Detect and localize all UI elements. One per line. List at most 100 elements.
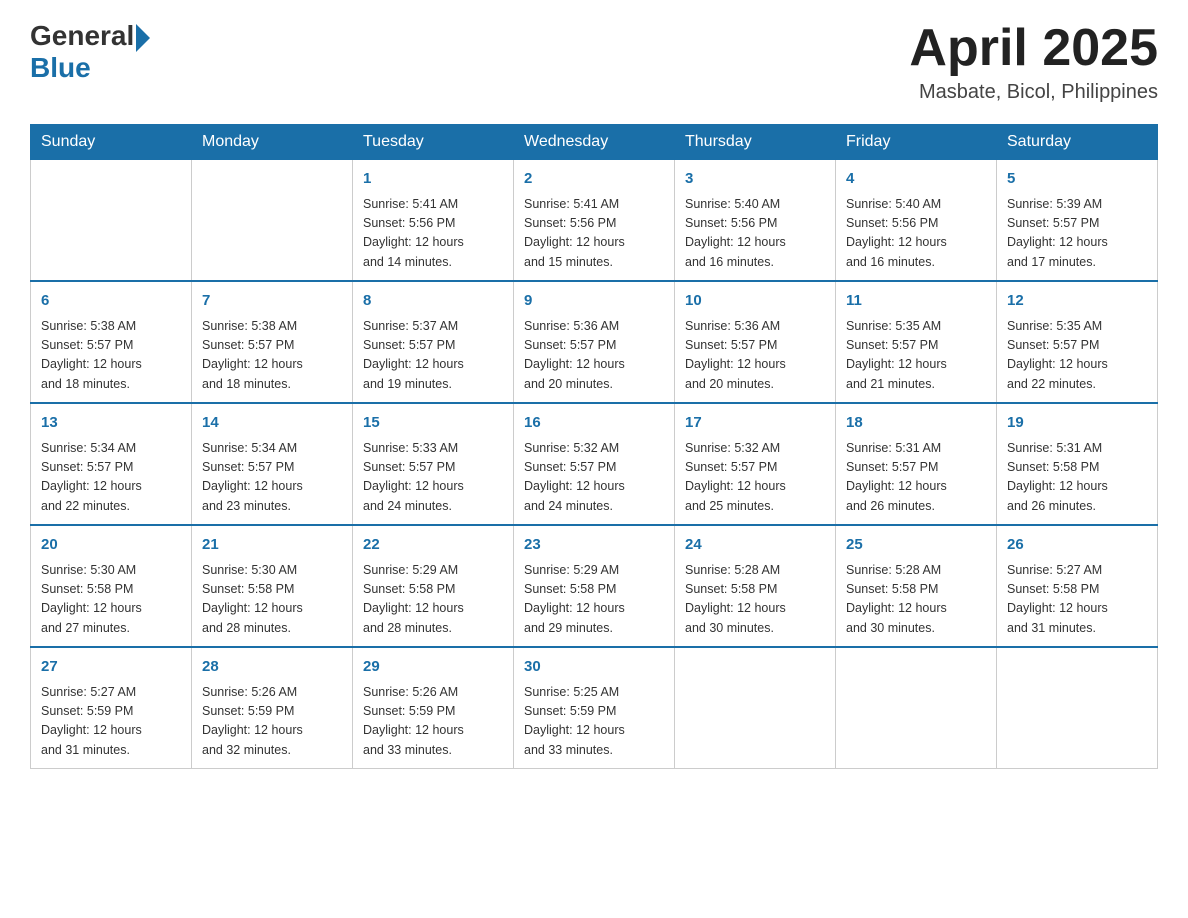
calendar-cell: 4 Sunrise: 5:40 AM Sunset: 5:56 PM Daylig… [836,160,997,282]
calendar-cell: 7 Sunrise: 5:38 AM Sunset: 5:57 PM Daylig… [192,281,353,403]
calendar-cell: 29 Sunrise: 5:26 AM Sunset: 5:59 PM Dayli… [353,647,514,769]
page-header: General Blue April 2025 Masbate, Bicol, … [30,20,1158,104]
day-number: 29 [363,656,503,679]
calendar-cell: 24 Sunrise: 5:28 AM Sunset: 5:58 PM Dayli… [675,525,836,647]
day-info: Sunrise: 5:41 AM Sunset: 5:56 PM Dayligh… [524,195,664,273]
day-number: 28 [202,656,342,679]
day-number: 26 [1007,534,1147,557]
calendar-cell: 15Sunrise: 5:33 AM Sunset: 5:57 PM Dayli… [353,403,514,525]
calendar-cell: 22Sunrise: 5:29 AM Sunset: 5:58 PM Dayli… [353,525,514,647]
day-info: Sunrise: 5:37 AM Sunset: 5:57 PM Dayligh… [363,317,503,395]
calendar-cell: 12 Sunrise: 5:35 AM Sunset: 5:57 PM Dayli… [997,281,1158,403]
logo: General Blue [30,20,152,84]
day-number: 16 [524,412,664,435]
day-info: Sunrise: 5:32 AM Sunset: 5:57 PM Dayligh… [524,439,664,517]
calendar-cell: 18 Sunrise: 5:31 AM Sunset: 5:57 PM Dayli… [836,403,997,525]
calendar-cell: 23 Sunrise: 5:29 AM Sunset: 5:58 PM Dayli… [514,525,675,647]
calendar-cell: 5Sunrise: 5:39 AM Sunset: 5:57 PM Daylig… [997,160,1158,282]
calendar-cell: 13 Sunrise: 5:34 AM Sunset: 5:57 PM Dayli… [31,403,192,525]
day-info: Sunrise: 5:38 AM Sunset: 5:57 PM Dayligh… [202,317,342,395]
day-number: 27 [41,656,181,679]
calendar-header-tuesday: Tuesday [353,125,514,160]
day-number: 22 [363,534,503,557]
day-number: 23 [524,534,664,557]
calendar-cell: 16 Sunrise: 5:32 AM Sunset: 5:57 PM Dayli… [514,403,675,525]
day-info: Sunrise: 5:27 AM Sunset: 5:59 PM Dayligh… [41,683,181,761]
day-number: 19 [1007,412,1147,435]
calendar-cell: 26 Sunrise: 5:27 AM Sunset: 5:58 PM Dayli… [997,525,1158,647]
calendar-week-3: 13 Sunrise: 5:34 AM Sunset: 5:57 PM Dayli… [31,403,1158,525]
day-number: 7 [202,290,342,313]
day-number: 6 [41,290,181,313]
day-number: 9 [524,290,664,313]
calendar-cell: 28 Sunrise: 5:26 AM Sunset: 5:59 PM Dayli… [192,647,353,769]
day-info: Sunrise: 5:30 AM Sunset: 5:58 PM Dayligh… [202,561,342,639]
calendar-cell [31,160,192,282]
day-info: Sunrise: 5:38 AM Sunset: 5:57 PM Dayligh… [41,317,181,395]
calendar-cell: 21 Sunrise: 5:30 AM Sunset: 5:58 PM Dayli… [192,525,353,647]
day-number: 14 [202,412,342,435]
calendar-header-monday: Monday [192,125,353,160]
day-info: Sunrise: 5:40 AM Sunset: 5:56 PM Dayligh… [846,195,986,273]
header-row: SundayMondayTuesdayWednesdayThursdayFrid… [31,125,1158,160]
calendar-cell: 17 Sunrise: 5:32 AM Sunset: 5:57 PM Dayli… [675,403,836,525]
day-info: Sunrise: 5:40 AM Sunset: 5:56 PM Dayligh… [685,195,825,273]
calendar-cell: 6 Sunrise: 5:38 AM Sunset: 5:57 PM Daylig… [31,281,192,403]
day-info: Sunrise: 5:28 AM Sunset: 5:58 PM Dayligh… [685,561,825,639]
calendar-week-5: 27 Sunrise: 5:27 AM Sunset: 5:59 PM Dayli… [31,647,1158,769]
day-number: 8 [363,290,503,313]
day-info: Sunrise: 5:31 AM Sunset: 5:57 PM Dayligh… [846,439,986,517]
calendar-header-saturday: Saturday [997,125,1158,160]
day-info: Sunrise: 5:33 AM Sunset: 5:57 PM Dayligh… [363,439,503,517]
calendar-header-friday: Friday [836,125,997,160]
day-info: Sunrise: 5:29 AM Sunset: 5:58 PM Dayligh… [524,561,664,639]
day-number: 13 [41,412,181,435]
calendar-week-1: 1 Sunrise: 5:41 AM Sunset: 5:56 PM Daylig… [31,160,1158,282]
calendar-week-2: 6 Sunrise: 5:38 AM Sunset: 5:57 PM Daylig… [31,281,1158,403]
location-text: Masbate, Bicol, Philippines [909,81,1158,104]
logo-blue-text: Blue [30,52,91,84]
day-info: Sunrise: 5:35 AM Sunset: 5:57 PM Dayligh… [1007,317,1147,395]
calendar-cell: 19Sunrise: 5:31 AM Sunset: 5:58 PM Dayli… [997,403,1158,525]
logo-arrow-icon [136,24,150,52]
day-info: Sunrise: 5:35 AM Sunset: 5:57 PM Dayligh… [846,317,986,395]
day-number: 10 [685,290,825,313]
day-number: 20 [41,534,181,557]
calendar-cell: 25Sunrise: 5:28 AM Sunset: 5:58 PM Dayli… [836,525,997,647]
calendar-header-thursday: Thursday [675,125,836,160]
day-info: Sunrise: 5:27 AM Sunset: 5:58 PM Dayligh… [1007,561,1147,639]
day-info: Sunrise: 5:34 AM Sunset: 5:57 PM Dayligh… [41,439,181,517]
calendar-cell [675,647,836,769]
day-number: 1 [363,168,503,191]
day-number: 21 [202,534,342,557]
day-info: Sunrise: 5:26 AM Sunset: 5:59 PM Dayligh… [202,683,342,761]
calendar-cell: 1 Sunrise: 5:41 AM Sunset: 5:56 PM Daylig… [353,160,514,282]
day-number: 18 [846,412,986,435]
calendar-cell: 27 Sunrise: 5:27 AM Sunset: 5:59 PM Dayli… [31,647,192,769]
calendar-cell: 3Sunrise: 5:40 AM Sunset: 5:56 PM Daylig… [675,160,836,282]
calendar-header-wednesday: Wednesday [514,125,675,160]
day-number: 12 [1007,290,1147,313]
calendar-cell: 14Sunrise: 5:34 AM Sunset: 5:57 PM Dayli… [192,403,353,525]
day-info: Sunrise: 5:28 AM Sunset: 5:58 PM Dayligh… [846,561,986,639]
day-info: Sunrise: 5:26 AM Sunset: 5:59 PM Dayligh… [363,683,503,761]
calendar-cell: 20 Sunrise: 5:30 AM Sunset: 5:58 PM Dayli… [31,525,192,647]
title-section: April 2025 Masbate, Bicol, Philippines [909,20,1158,104]
day-info: Sunrise: 5:30 AM Sunset: 5:58 PM Dayligh… [41,561,181,639]
day-number: 24 [685,534,825,557]
calendar-cell: 30Sunrise: 5:25 AM Sunset: 5:59 PM Dayli… [514,647,675,769]
calendar-cell: 9 Sunrise: 5:36 AM Sunset: 5:57 PM Daylig… [514,281,675,403]
day-number: 4 [846,168,986,191]
month-title: April 2025 [909,20,1158,77]
day-info: Sunrise: 5:32 AM Sunset: 5:57 PM Dayligh… [685,439,825,517]
day-info: Sunrise: 5:36 AM Sunset: 5:57 PM Dayligh… [524,317,664,395]
calendar-cell: 8 Sunrise: 5:37 AM Sunset: 5:57 PM Daylig… [353,281,514,403]
day-info: Sunrise: 5:41 AM Sunset: 5:56 PM Dayligh… [363,195,503,273]
calendar-cell: 2Sunrise: 5:41 AM Sunset: 5:56 PM Daylig… [514,160,675,282]
calendar-cell [836,647,997,769]
day-info: Sunrise: 5:36 AM Sunset: 5:57 PM Dayligh… [685,317,825,395]
calendar-cell: 10 Sunrise: 5:36 AM Sunset: 5:57 PM Dayli… [675,281,836,403]
calendar-cell: 11Sunrise: 5:35 AM Sunset: 5:57 PM Dayli… [836,281,997,403]
day-number: 17 [685,412,825,435]
calendar-cell [192,160,353,282]
